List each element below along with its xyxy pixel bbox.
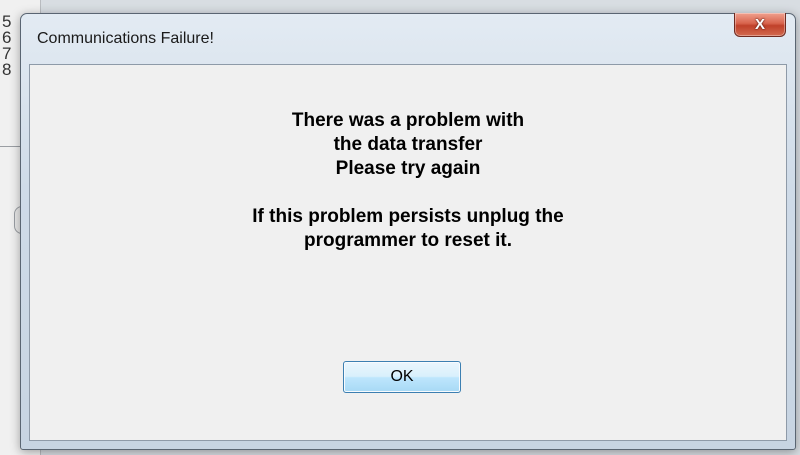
message-line: programmer to reset it.	[304, 230, 512, 251]
dialog-titlebar[interactable]: Communications Failure! X	[21, 13, 795, 58]
message-line: If this problem persists unplug the	[252, 206, 564, 227]
line-number: 8	[2, 60, 12, 79]
message-line: There was a problem with	[291, 110, 525, 131]
message-line: Please try again	[335, 158, 481, 179]
background-line-numbers: 5 6 7 8	[2, 13, 12, 79]
dialog-title: Communications Failure!	[37, 30, 214, 47]
error-dialog: Communications Failure! X There was a pr…	[20, 13, 796, 450]
error-message: There was a problem with the data transf…	[30, 109, 786, 253]
message-line: the data transfer	[333, 134, 483, 155]
ok-button[interactable]: OK	[343, 361, 461, 393]
close-button[interactable]: X	[734, 13, 786, 37]
dialog-body: There was a problem with the data transf…	[29, 64, 787, 441]
close-x-icon: X	[754, 16, 765, 33]
